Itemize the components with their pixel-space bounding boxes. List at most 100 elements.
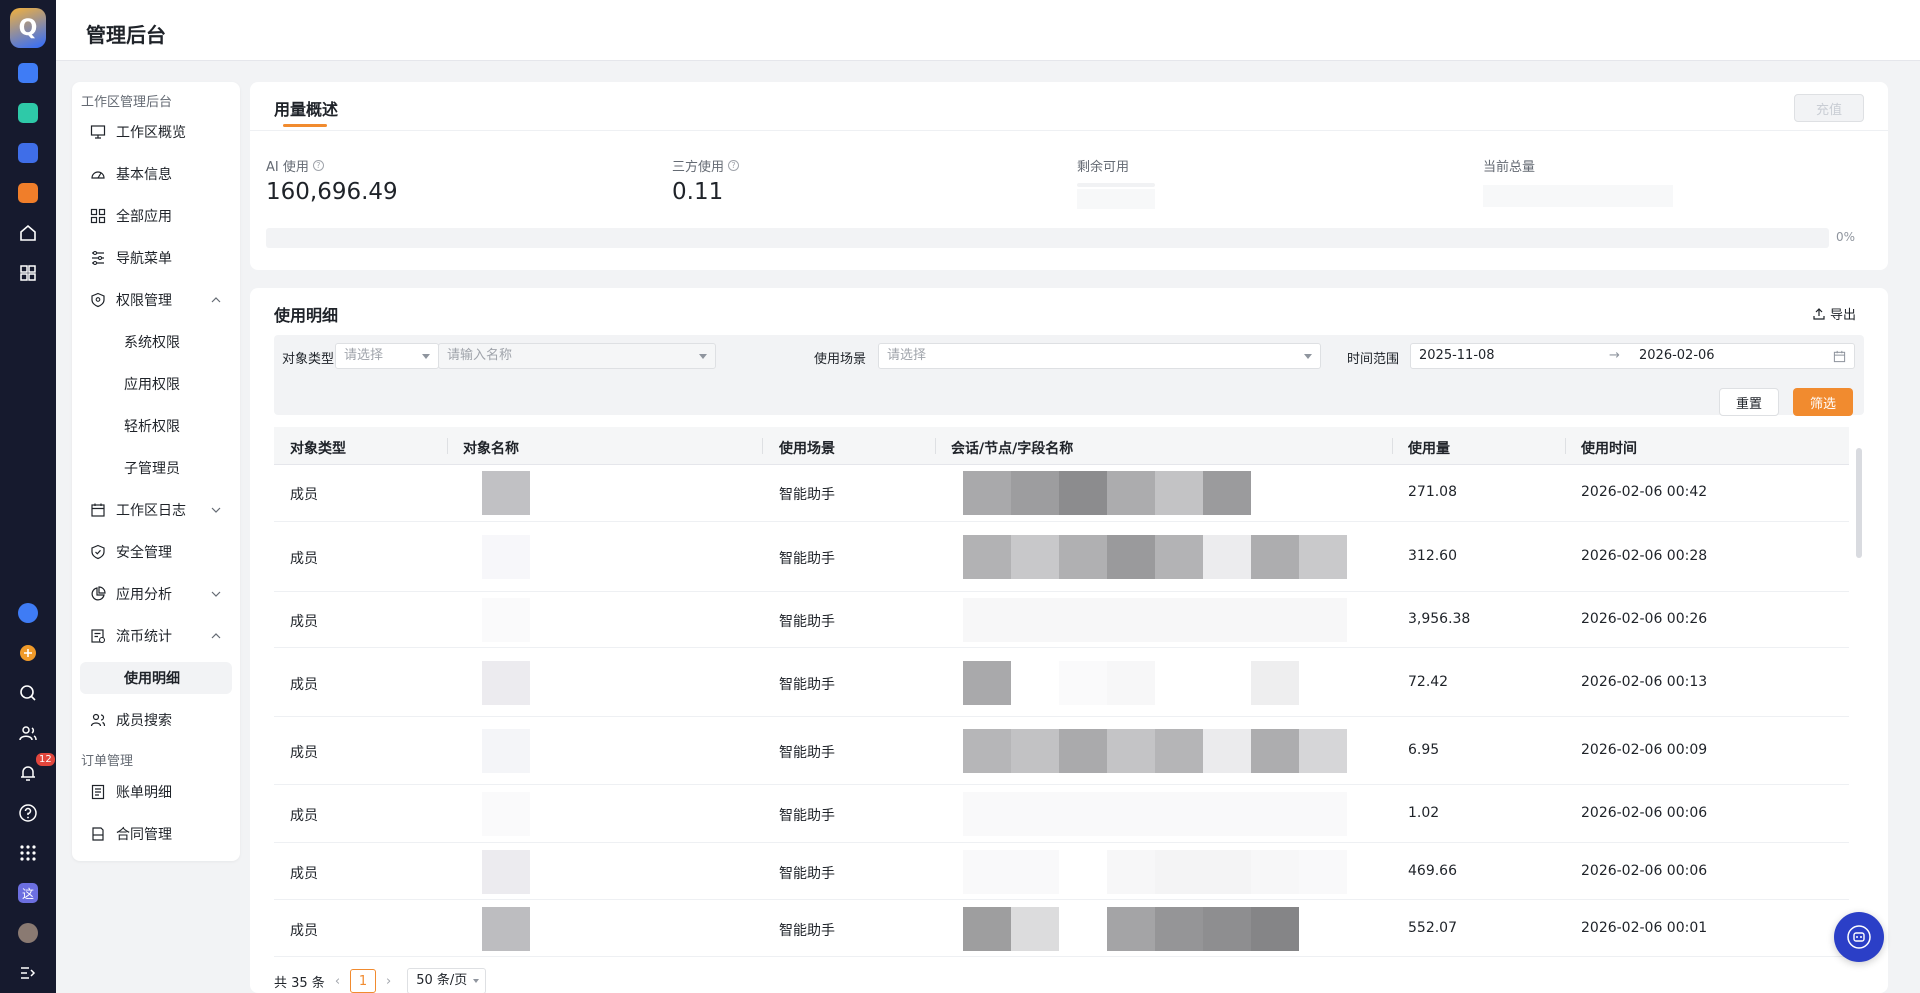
- redacted-session-name: [963, 661, 1347, 705]
- sidebar-sub-sub-admin[interactable]: 子管理员: [80, 452, 232, 484]
- table-row[interactable]: 成员 智能助手 6.95 2026-02-06 00:09: [274, 717, 1849, 785]
- rail-app-blue-icon[interactable]: [14, 59, 42, 87]
- redacted-object-name: [482, 729, 530, 773]
- redacted-object-name: [482, 661, 530, 705]
- rail-app-circle-icon[interactable]: [14, 599, 42, 627]
- column-header[interactable]: 使用量: [1408, 438, 1450, 458]
- export-button[interactable]: 导出: [1812, 304, 1856, 323]
- table-row[interactable]: 成员 智能助手 312.60 2026-02-06 00:28: [274, 522, 1849, 592]
- column-header[interactable]: 使用时间: [1581, 438, 1637, 458]
- sidebar-item-label: 工作区概览: [116, 125, 186, 141]
- table-row[interactable]: 成员 智能助手 271.08 2026-02-06 00:42: [274, 464, 1849, 522]
- report-icon: [91, 629, 106, 644]
- filter-label-range: 时间范围: [1347, 352, 1400, 367]
- cell-object-type: 成员: [290, 808, 318, 824]
- tab-usage-overview[interactable]: 用量概述: [274, 96, 338, 120]
- column-divider[interactable]: [1565, 438, 1566, 454]
- sidebar-item-coin-stats[interactable]: 流币统计: [80, 620, 232, 652]
- top-header: 管理后台: [56, 0, 1920, 61]
- reset-button[interactable]: 重置: [1719, 388, 1779, 416]
- sidebar-item-permissions[interactable]: 权限管理: [80, 284, 232, 316]
- document-icon: [91, 784, 105, 800]
- cell-usage-scene: 智能助手: [779, 614, 835, 630]
- sidebar-item-contracts[interactable]: 合同管理: [80, 818, 232, 850]
- redacted-value: [1077, 183, 1155, 187]
- sidebar-item-basic-info[interactable]: 基本信息: [80, 158, 232, 190]
- column-header[interactable]: 使用场景: [779, 438, 835, 458]
- column-header[interactable]: 对象类型: [290, 438, 346, 458]
- contacts-icon[interactable]: [14, 719, 42, 747]
- page-number-current[interactable]: 1: [350, 969, 377, 993]
- range-end[interactable]: 2026-02-06: [1639, 344, 1715, 368]
- stat-remaining: 剩余可用: [1077, 156, 1155, 209]
- expand-icon[interactable]: [14, 959, 42, 987]
- apps-grid-icon[interactable]: [14, 259, 42, 287]
- table-scrollbar[interactable]: [1856, 448, 1862, 558]
- redacted-session-name: [963, 598, 1347, 642]
- column-divider[interactable]: [447, 438, 448, 454]
- range-start[interactable]: 2025-11-08: [1419, 344, 1495, 368]
- next-page-button[interactable]: ›: [386, 974, 391, 989]
- scene-select[interactable]: 请选择: [878, 343, 1321, 369]
- sidebar-sub-analysis-perm[interactable]: 轻析权限: [80, 410, 232, 442]
- search-icon[interactable]: [14, 679, 42, 707]
- table-row[interactable]: 成员 智能助手 552.07 2026-02-06 00:01: [274, 900, 1849, 957]
- cell-object-type: 成员: [290, 614, 318, 630]
- sidebar-item-bills[interactable]: 账单明细: [80, 776, 232, 808]
- sidebar-item-overview[interactable]: 工作区概览: [80, 116, 232, 148]
- sidebar-item-workspace-log[interactable]: 工作区日志: [80, 494, 232, 526]
- sidebar-item-app-analysis[interactable]: 应用分析: [80, 578, 232, 610]
- redacted-object-name: [482, 907, 530, 951]
- column-divider[interactable]: [935, 438, 936, 454]
- sliders-icon: [92, 251, 104, 265]
- sidebar-item-security[interactable]: 安全管理: [80, 536, 232, 568]
- sidebar-item-label: 合同管理: [116, 827, 172, 843]
- column-divider[interactable]: [762, 438, 763, 454]
- rail-app-team-icon[interactable]: [14, 139, 42, 167]
- page-size-select[interactable]: 50 条/页: [407, 968, 487, 993]
- obj-type-select[interactable]: 请选择: [335, 343, 439, 369]
- obj-name-input[interactable]: 请输入名称: [438, 343, 716, 369]
- select-placeholder: 请选择: [344, 348, 384, 363]
- table-row[interactable]: 成员 智能助手 72.42 2026-02-06 00:13: [274, 648, 1849, 717]
- help-circle-icon[interactable]: ?: [312, 160, 324, 171]
- add-icon[interactable]: [14, 639, 42, 667]
- sidebar-sub-app-perm[interactable]: 应用权限: [80, 368, 232, 400]
- workspace-app-icon[interactable]: 这: [14, 879, 42, 907]
- contract-icon: [92, 827, 104, 841]
- sidebar-sub-usage-detail[interactable]: 使用明细: [80, 662, 232, 694]
- recharge-button[interactable]: 充值: [1794, 94, 1864, 122]
- table-row[interactable]: 成员 智能助手 1.02 2026-02-06 00:06: [274, 785, 1849, 843]
- dots-grid-icon[interactable]: [14, 839, 42, 867]
- date-range-picker[interactable]: 2025-11-08 → 2026-02-06: [1410, 343, 1855, 369]
- cell-usage-time: 2026-02-06 00:01: [1581, 920, 1708, 936]
- sidebar-item-label: 导航菜单: [116, 251, 172, 267]
- column-header[interactable]: 会话/节点/字段名称: [951, 438, 1073, 458]
- prev-page-button[interactable]: ‹: [335, 974, 340, 989]
- cell-object-type: 成员: [290, 487, 318, 503]
- tab-indicator: [283, 124, 327, 127]
- sidebar-item-member-search[interactable]: 成员搜索: [80, 704, 232, 736]
- sidebar-item-all-apps[interactable]: 全部应用: [80, 200, 232, 232]
- filter-button[interactable]: 筛选: [1793, 388, 1853, 416]
- column-divider[interactable]: [1392, 438, 1393, 454]
- redacted-object-name: [482, 792, 530, 836]
- rail-app-green-icon[interactable]: [14, 99, 42, 127]
- sidebar-sub-system-perm[interactable]: 系统权限: [80, 326, 232, 358]
- pagination: 共 35 条 ‹ 1 › 50 条/页: [274, 968, 487, 993]
- redacted-session-name: [963, 850, 1347, 894]
- home-icon[interactable]: [14, 219, 42, 247]
- rail-app-share-icon[interactable]: [14, 179, 42, 207]
- table-row[interactable]: 成员 智能助手 469.66 2026-02-06 00:06: [274, 843, 1849, 900]
- chevron-down-icon: [211, 591, 221, 597]
- user-avatar[interactable]: [14, 919, 42, 947]
- cell-usage-amount: 469.66: [1408, 863, 1457, 879]
- app-logo[interactable]: Q: [10, 8, 46, 48]
- help-icon[interactable]: [14, 799, 42, 827]
- column-header[interactable]: 对象名称: [463, 438, 519, 458]
- assistant-float-button[interactable]: [1834, 912, 1884, 962]
- help-circle-icon[interactable]: ?: [728, 160, 740, 171]
- sidebar-item-nav-menu[interactable]: 导航菜单: [80, 242, 232, 274]
- table-row[interactable]: 成员 智能助手 3,956.38 2026-02-06 00:26: [274, 592, 1849, 648]
- table-header: 对象类型 对象名称 使用场景 会话/节点/字段名称 使用量 使用时间: [274, 427, 1849, 465]
